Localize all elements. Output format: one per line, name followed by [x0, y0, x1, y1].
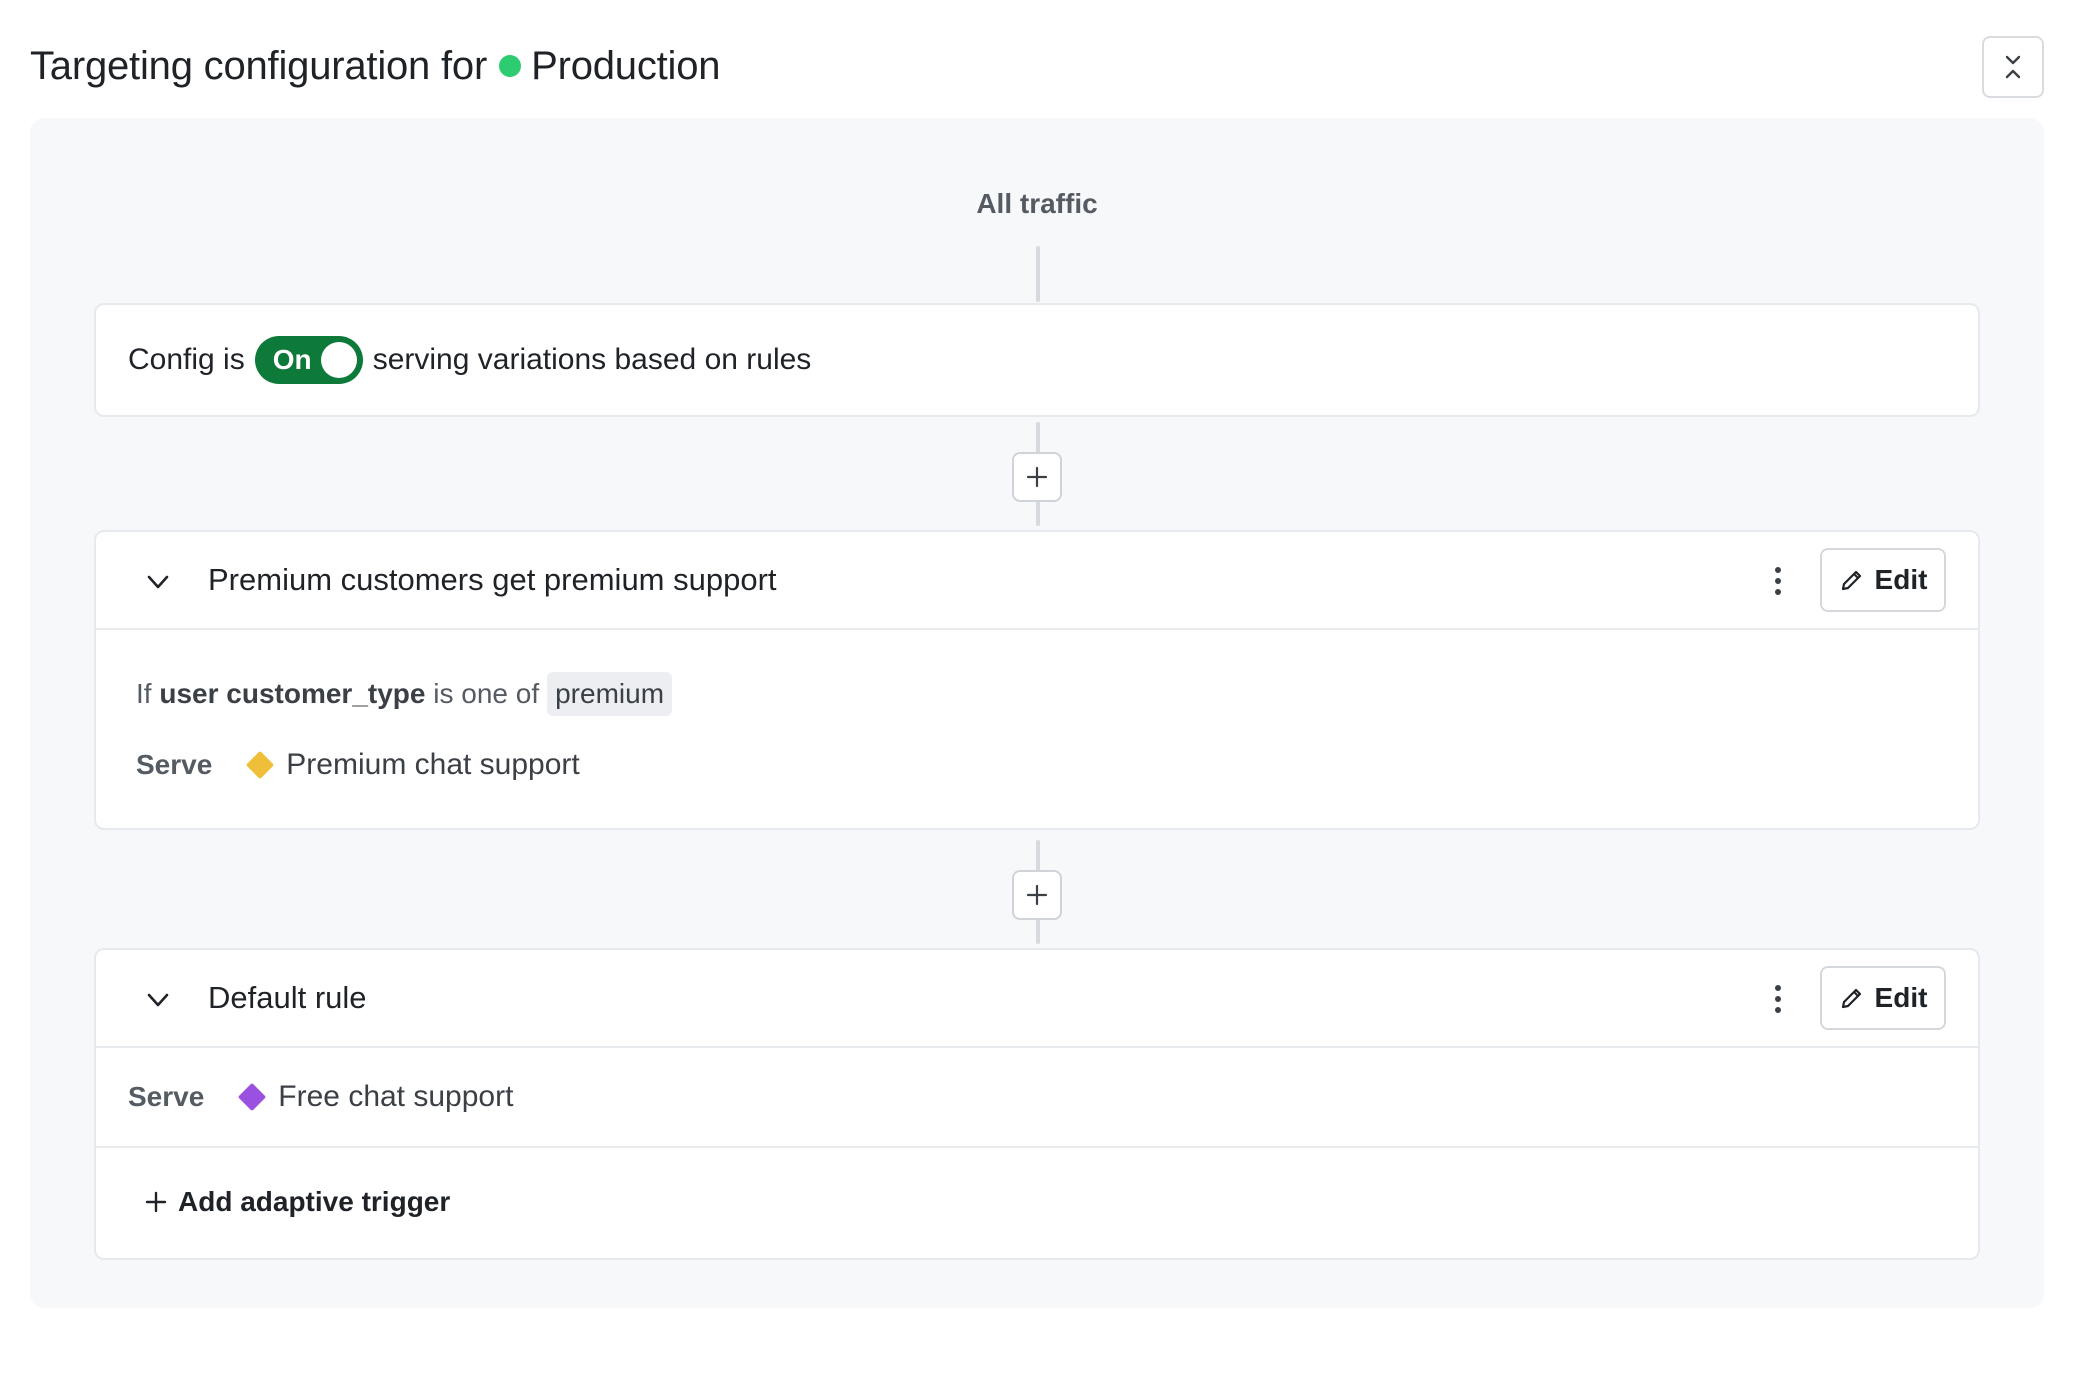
default-rule-card: Default rule Edit Serve Free chat suppor… — [94, 948, 1980, 1260]
targeting-rule-card: Premium customers get premium support Ed… — [94, 530, 1980, 830]
chevron-down-icon[interactable] — [144, 568, 172, 596]
serve-label: Serve — [136, 749, 213, 780]
collapse-button[interactable] — [1982, 36, 2044, 98]
rule-condition: If user customer_type is one of premium — [136, 672, 673, 716]
plus-icon — [1026, 884, 1048, 906]
plus-icon — [1026, 466, 1048, 488]
variation-name: Free chat support — [278, 1080, 514, 1113]
config-toggle-label: On — [272, 344, 312, 375]
serve-row: Serve Premium chat support — [136, 748, 580, 782]
config-status-card: Config is On serving variations based on… — [94, 303, 1980, 417]
default-serve-section: Serve Free chat support — [96, 1048, 1978, 1148]
variation-diamond-icon — [238, 1082, 267, 1112]
condition-value-chip: premium — [547, 672, 673, 716]
targeting-canvas: All traffic Config is On serving variati… — [30, 118, 2044, 1308]
page-header: Targeting configuration for Production — [30, 36, 2044, 98]
edit-rule-button[interactable]: Edit — [1820, 966, 1946, 1030]
page-title-text: Targeting configuration for — [30, 43, 488, 88]
collapse-vertical-icon — [2005, 55, 2021, 79]
serve-label: Serve — [128, 1081, 205, 1112]
add-adaptive-trigger-button[interactable]: Add adaptive trigger — [144, 1186, 450, 1218]
edit-label: Edit — [1874, 564, 1928, 595]
all-traffic-label: All traffic — [976, 188, 1098, 219]
variation-name: Premium chat support — [286, 748, 580, 781]
flow-connector — [1036, 246, 1040, 302]
serve-row: Serve Free chat support — [128, 1080, 513, 1114]
edit-label: Edit — [1874, 982, 1928, 1013]
environment-color-dot — [499, 55, 522, 77]
page-title: Targeting configuration for Production — [30, 43, 721, 89]
config-suffix: serving variations based on rules — [372, 343, 812, 376]
variation-diamond-icon — [246, 750, 275, 780]
condition-attribute: customer_type — [226, 678, 426, 709]
rule-header: Default rule Edit — [96, 950, 1978, 1048]
config-toggle[interactable]: On — [254, 336, 363, 384]
condition-context: user — [159, 678, 219, 709]
environment-name: Production — [531, 43, 721, 88]
toggle-knob — [320, 342, 357, 378]
more-options-icon[interactable] — [1768, 982, 1788, 1016]
pencil-icon — [1841, 988, 1861, 1009]
rule-title: Premium customers get premium support — [208, 562, 777, 597]
chevron-down-icon[interactable] — [144, 986, 172, 1014]
config-prefix: Config is — [128, 343, 245, 376]
pencil-icon — [1841, 570, 1861, 591]
edit-rule-button[interactable]: Edit — [1820, 548, 1946, 612]
add-rule-button[interactable] — [1012, 870, 1062, 920]
plus-icon — [145, 1191, 167, 1213]
add-trigger-label: Add adaptive trigger — [178, 1186, 451, 1217]
condition-if: If — [136, 678, 152, 709]
add-rule-button[interactable] — [1012, 452, 1062, 502]
condition-operator: is one of — [433, 678, 540, 709]
rule-title: Default rule — [208, 980, 367, 1015]
rule-header: Premium customers get premium support Ed… — [96, 532, 1978, 630]
more-options-icon[interactable] — [1768, 564, 1788, 598]
